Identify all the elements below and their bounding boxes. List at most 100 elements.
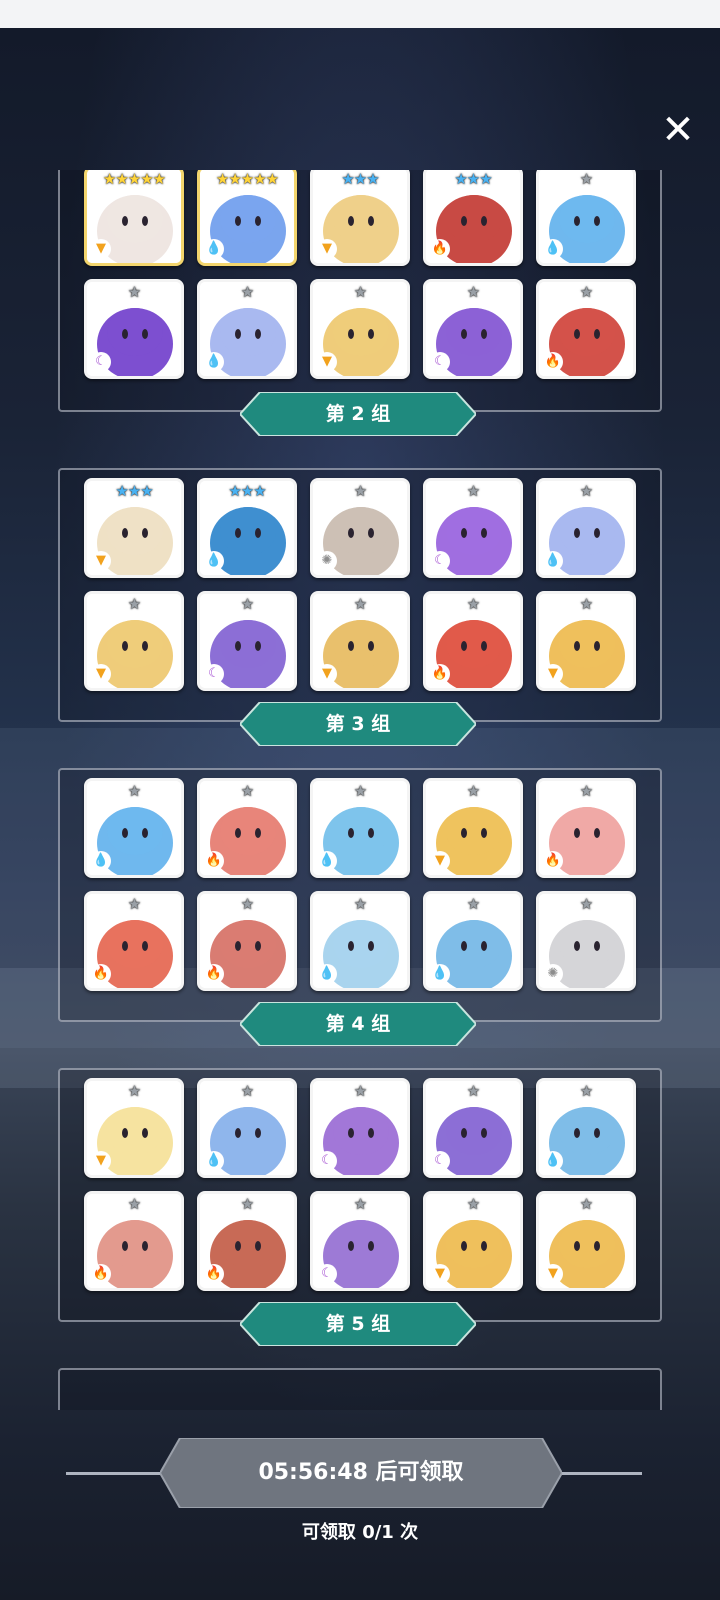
hero-card[interactable]: ★★★★★ ▼ bbox=[84, 170, 184, 266]
divider-left bbox=[66, 1472, 162, 1475]
element-icon: 💧 bbox=[317, 964, 337, 984]
element-icon: ▼ bbox=[91, 1151, 111, 1171]
star-rating: ★ bbox=[353, 782, 367, 800]
hero-card[interactable]: ★ 💧 bbox=[310, 778, 410, 878]
star-rating: ★ bbox=[353, 283, 367, 301]
element-icon: 💧 bbox=[204, 1151, 224, 1171]
element-icon: 🔥 bbox=[91, 964, 111, 984]
card-grid: ★ ▼ ★ 💧 ★ ☾ ★ ☾ ★ 💧 ★ 🔥 ★ 🔥 ★ ☾ ★ ▼ ★ ▼ bbox=[84, 1078, 636, 1291]
star-rating: ★ bbox=[579, 1082, 593, 1100]
element-icon: ✺ bbox=[543, 964, 563, 984]
star-rating: ★ bbox=[579, 283, 593, 301]
status-bar bbox=[0, 0, 720, 28]
hero-card[interactable]: ★ ▼ bbox=[84, 1078, 184, 1178]
hero-card[interactable]: ★★★ ▼ bbox=[84, 478, 184, 578]
star-rating: ★ bbox=[240, 283, 254, 301]
star-rating: ★ bbox=[127, 1195, 141, 1213]
reward-group: ★ 💧 ★ 🔥 ★ 💧 ★ ▼ ★ 🔥 ★ 🔥 ★ 🔥 ★ 💧 ★ 💧 ★ ✺ bbox=[58, 768, 662, 1022]
element-icon: 💧 bbox=[543, 1151, 563, 1171]
star-rating: ★★★ bbox=[228, 482, 266, 500]
element-icon: ☾ bbox=[430, 551, 450, 571]
group-banner-label: 第 4 组 bbox=[325, 1013, 391, 1035]
hero-card[interactable]: ★ 🔥 bbox=[84, 1191, 184, 1291]
hero-card[interactable]: ★ 💧 bbox=[423, 891, 523, 991]
hero-card[interactable]: ★ 🔥 bbox=[197, 1191, 297, 1291]
group-list[interactable]: ★★★★★ ▼ ★★★★★ 💧 ★★★ ▼ ★★★ 🔥 ★ 💧 ★ ☾ ★ 💧 ★ ▼ ★ ☾ ★ 🔥 第 2 组 ★★★… bbox=[0, 170, 720, 1410]
element-icon: 🔥 bbox=[543, 851, 563, 871]
element-icon: 💧 bbox=[543, 239, 563, 259]
hero-card[interactable]: ★ 🔥 bbox=[423, 591, 523, 691]
star-rating: ★ bbox=[240, 895, 254, 913]
hero-card[interactable]: ★ 💧 bbox=[197, 1078, 297, 1178]
hero-card[interactable]: ★ ▼ bbox=[310, 591, 410, 691]
star-rating: ★★★ bbox=[341, 170, 379, 188]
hero-card[interactable]: ★★★ ▼ bbox=[310, 170, 410, 266]
star-rating: ★ bbox=[353, 595, 367, 613]
hero-card[interactable]: ★ 🔥 bbox=[84, 891, 184, 991]
hero-card[interactable]: ★ ▼ bbox=[423, 778, 523, 878]
hero-card[interactable]: ★ 💧 bbox=[536, 170, 636, 266]
element-icon: ▼ bbox=[317, 664, 337, 684]
star-rating: ★ bbox=[466, 595, 480, 613]
hero-card[interactable]: ★ ☾ bbox=[423, 279, 523, 379]
claim-button[interactable]: 05:56:48 后可领取 bbox=[160, 1438, 562, 1508]
element-icon: 💧 bbox=[543, 551, 563, 571]
element-icon: ☾ bbox=[204, 664, 224, 684]
group-banner: 第 5 组 bbox=[240, 1302, 476, 1346]
hero-card[interactable]: ★ 💧 bbox=[84, 778, 184, 878]
element-icon: 💧 bbox=[317, 851, 337, 871]
hero-card[interactable]: ★ 🔥 bbox=[536, 778, 636, 878]
hero-card[interactable]: ★ ☾ bbox=[197, 591, 297, 691]
element-icon: 🔥 bbox=[430, 664, 450, 684]
hero-card[interactable]: ★ ☾ bbox=[310, 1191, 410, 1291]
star-rating: ★ bbox=[127, 595, 141, 613]
card-grid: ★★★★★ ▼ ★★★★★ 💧 ★★★ ▼ ★★★ 🔥 ★ 💧 ★ ☾ ★ 💧 ★ ▼ ★ ☾ ★ 🔥 bbox=[84, 170, 636, 379]
element-icon: 🔥 bbox=[543, 352, 563, 372]
star-rating: ★ bbox=[466, 482, 480, 500]
hero-card[interactable]: ★ ▼ bbox=[536, 591, 636, 691]
star-rating: ★ bbox=[353, 895, 367, 913]
element-icon: 🔥 bbox=[204, 964, 224, 984]
hero-card[interactable]: ★ 🔥 bbox=[197, 778, 297, 878]
star-rating: ★ bbox=[579, 595, 593, 613]
hero-card[interactable]: ★ ▼ bbox=[310, 279, 410, 379]
hero-card[interactable]: ★ ▼ bbox=[84, 591, 184, 691]
hero-card[interactable]: ★ ▼ bbox=[536, 1191, 636, 1291]
element-icon: ▼ bbox=[317, 352, 337, 372]
hero-card[interactable]: ★ ☾ bbox=[423, 478, 523, 578]
star-rating: ★★★ bbox=[115, 482, 153, 500]
hero-card[interactable]: ★★★★★ 💧 bbox=[197, 170, 297, 266]
hero-card[interactable]: ★ 🔥 bbox=[197, 891, 297, 991]
hero-card[interactable]: ★ ✺ bbox=[536, 891, 636, 991]
hero-card[interactable]: ★ 💧 bbox=[536, 478, 636, 578]
star-rating: ★ bbox=[127, 1082, 141, 1100]
hero-card[interactable]: ★ 🔥 bbox=[536, 279, 636, 379]
group-banner: 第 2 组 bbox=[240, 392, 476, 436]
hero-card[interactable]: ★ 💧 bbox=[197, 279, 297, 379]
element-icon: ▼ bbox=[91, 664, 111, 684]
hero-card[interactable]: ★ ☾ bbox=[84, 279, 184, 379]
element-icon: ☾ bbox=[430, 1151, 450, 1171]
close-icon: ✕ bbox=[661, 107, 695, 153]
star-rating: ★★★ bbox=[454, 170, 492, 188]
card-grid: ★ 💧 ★ 🔥 ★ 💧 ★ ▼ ★ 🔥 ★ 🔥 ★ 🔥 ★ 💧 ★ 💧 ★ ✺ bbox=[84, 778, 636, 991]
hero-card[interactable]: ★ ☾ bbox=[310, 1078, 410, 1178]
hero-card[interactable]: ★ ☾ bbox=[423, 1078, 523, 1178]
hero-card[interactable]: ★ 💧 bbox=[536, 1078, 636, 1178]
star-rating: ★ bbox=[127, 283, 141, 301]
star-rating: ★ bbox=[127, 782, 141, 800]
element-icon: ☾ bbox=[317, 1264, 337, 1284]
element-icon: ▼ bbox=[543, 664, 563, 684]
star-rating: ★ bbox=[240, 1195, 254, 1213]
hero-card[interactable]: ★ ✺ bbox=[310, 478, 410, 578]
divider-right bbox=[560, 1472, 642, 1475]
star-rating: ★★★★★ bbox=[215, 170, 279, 188]
group-banner-label: 第 5 组 bbox=[325, 1313, 391, 1335]
close-button[interactable]: ✕ bbox=[658, 110, 698, 150]
hero-card[interactable]: ★★★ 🔥 bbox=[423, 170, 523, 266]
group-banner-label: 第 3 组 bbox=[325, 713, 391, 735]
hero-card[interactable]: ★ ▼ bbox=[423, 1191, 523, 1291]
star-rating: ★ bbox=[353, 1195, 367, 1213]
hero-card[interactable]: ★ 💧 bbox=[310, 891, 410, 991]
hero-card[interactable]: ★★★ 💧 bbox=[197, 478, 297, 578]
